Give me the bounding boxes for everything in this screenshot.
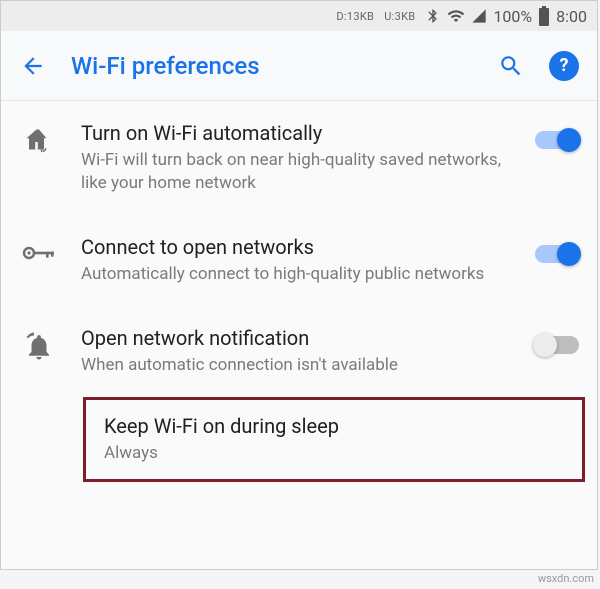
net-down-text: D:13KB xyxy=(336,10,374,23)
bell-wifi-icon xyxy=(19,326,59,362)
setting-keep-wifi-sleep[interactable]: Keep Wi-Fi on during sleep Always xyxy=(83,397,585,482)
home-refresh-icon xyxy=(19,121,59,157)
wifi-icon xyxy=(447,7,465,25)
setting-open-notify[interactable]: Open network notification When automatic… xyxy=(1,306,597,397)
setting-subtitle: When automatic connection isn't availabl… xyxy=(81,354,513,377)
setting-title: Keep Wi-Fi on during sleep xyxy=(104,414,564,438)
help-button[interactable]: ? xyxy=(549,51,579,81)
setting-title: Connect to open networks xyxy=(81,235,513,259)
watermark-text: wsxdn.com xyxy=(538,572,594,585)
back-button[interactable] xyxy=(19,52,47,80)
open-networks-switch[interactable] xyxy=(535,245,579,263)
setting-title: Turn on Wi-Fi automatically xyxy=(81,121,513,145)
key-icon xyxy=(19,235,59,265)
auto-wifi-switch[interactable] xyxy=(535,131,579,149)
cell-signal-icon xyxy=(471,8,487,24)
search-button[interactable] xyxy=(497,52,525,80)
open-notify-switch[interactable] xyxy=(535,336,579,354)
bluetooth-icon xyxy=(425,8,441,24)
status-bar: D:13KB U:3KB 100% 8:00 xyxy=(1,1,597,31)
net-up-text: U:3KB xyxy=(384,10,415,23)
setting-subtitle: Wi-Fi will turn back on near high-qualit… xyxy=(81,149,513,195)
page-title: Wi-Fi preferences xyxy=(71,52,473,80)
settings-list: Turn on Wi-Fi automatically Wi-Fi will t… xyxy=(1,101,597,482)
clock-text: 8:00 xyxy=(556,7,587,26)
battery-icon xyxy=(538,6,550,26)
setting-auto-wifi[interactable]: Turn on Wi-Fi automatically Wi-Fi will t… xyxy=(1,101,597,215)
battery-pct-text: 100% xyxy=(493,7,532,26)
setting-title: Open network notification xyxy=(81,326,513,350)
setting-subtitle: Always xyxy=(104,442,564,465)
setting-subtitle: Automatically connect to high-quality pu… xyxy=(81,263,513,286)
app-bar: Wi-Fi preferences ? xyxy=(1,31,597,101)
setting-open-networks[interactable]: Connect to open networks Automatically c… xyxy=(1,215,597,306)
